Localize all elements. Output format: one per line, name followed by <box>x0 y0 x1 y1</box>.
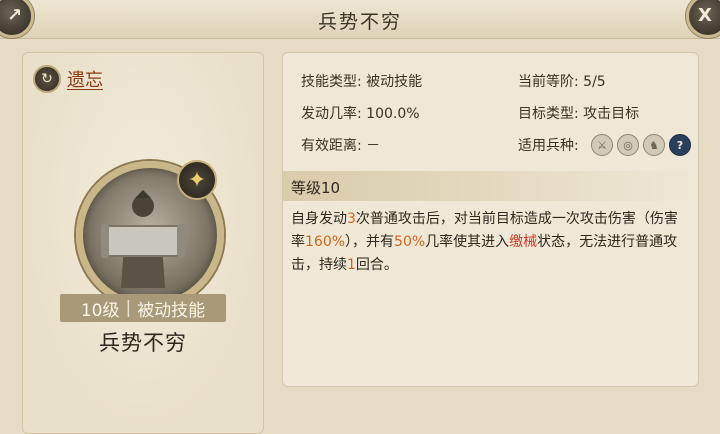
desc-text: 几率使其进入 <box>425 234 510 250</box>
target-row: 目标类型: 攻击目标 <box>518 103 639 123</box>
rank-row: 当前等阶: 5/5 <box>518 71 606 91</box>
trigger-label: 发动几率: <box>301 106 362 122</box>
sword-troop-icon[interactable]: ⚔ <box>591 134 613 156</box>
troop-icons: ⚔ ◎ ♞ ? <box>591 134 691 156</box>
troop-label: 适用兵种: <box>518 138 579 154</box>
bow-troop-icon[interactable]: ◎ <box>617 134 639 156</box>
target-label: 目标类型: <box>518 106 579 122</box>
horse-troop-icon[interactable]: ♞ <box>643 134 665 156</box>
troop-row: 适用兵种: <box>518 135 579 155</box>
desc-text: 回合。 <box>355 257 398 273</box>
desc-text: ），并有 <box>345 234 395 250</box>
rank-value: 5/5 <box>583 74 606 90</box>
forget-icon: ↻ <box>33 65 61 93</box>
desc-highlight: 3 <box>347 211 356 227</box>
range-value: － <box>366 138 381 154</box>
skill-description: 自身发动3次普通攻击后，对当前目标造成一次攻击伤害（伤害率160%），并有50%… <box>291 208 691 277</box>
title-bar: ↗ 兵势不穷 X <box>0 0 720 39</box>
level-title: 等级10 <box>291 179 341 197</box>
skill-details: 技能类型: 被动技能 当前等阶: 5/5 发动几率: 100.0% 目标类型: … <box>282 52 699 387</box>
desc-highlight: 160% <box>305 234 346 250</box>
trigger-row: 发动几率: 100.0% <box>301 103 420 123</box>
page-title: 兵势不穷 <box>317 11 402 33</box>
skill-type-row: 技能类型: 被动技能 <box>301 71 422 91</box>
close-icon: X <box>698 5 712 26</box>
skill-type-label: 技能类型: <box>301 74 362 90</box>
skill-level: 10级 <box>80 300 120 321</box>
skill-name: 兵势不穷 <box>99 331 187 355</box>
desc-text: 自身发动 <box>291 211 347 227</box>
desc-highlight: 50% <box>394 234 426 250</box>
trigger-value: 100.0% <box>366 106 420 122</box>
star-icon: ✦ <box>177 160 217 200</box>
target-value: 攻击目标 <box>583 106 640 122</box>
skill-type-value: 被动技能 <box>366 74 423 90</box>
forget-label[interactable]: 遗忘 <box>67 66 103 92</box>
range-row: 有效距离: － <box>301 135 380 155</box>
skill-card: ↻ 遗忘 ✦ 10级 | 被动技能 兵势不穷 <box>22 52 264 434</box>
separator: | <box>125 298 132 318</box>
level-header: 等级10 <box>283 171 698 201</box>
forget-button[interactable]: ↻ 遗忘 <box>33 65 103 93</box>
question-icon[interactable]: ? <box>669 134 691 156</box>
desc-status: 缴械 <box>509 234 538 250</box>
desc-highlight: 1 <box>347 257 356 273</box>
skill-type: 被动技能 <box>137 300 206 321</box>
level-tag: 10级 | 被动技能 <box>60 294 226 322</box>
rank-label: 当前等阶: <box>518 74 579 90</box>
range-label: 有效距离: <box>301 138 362 154</box>
